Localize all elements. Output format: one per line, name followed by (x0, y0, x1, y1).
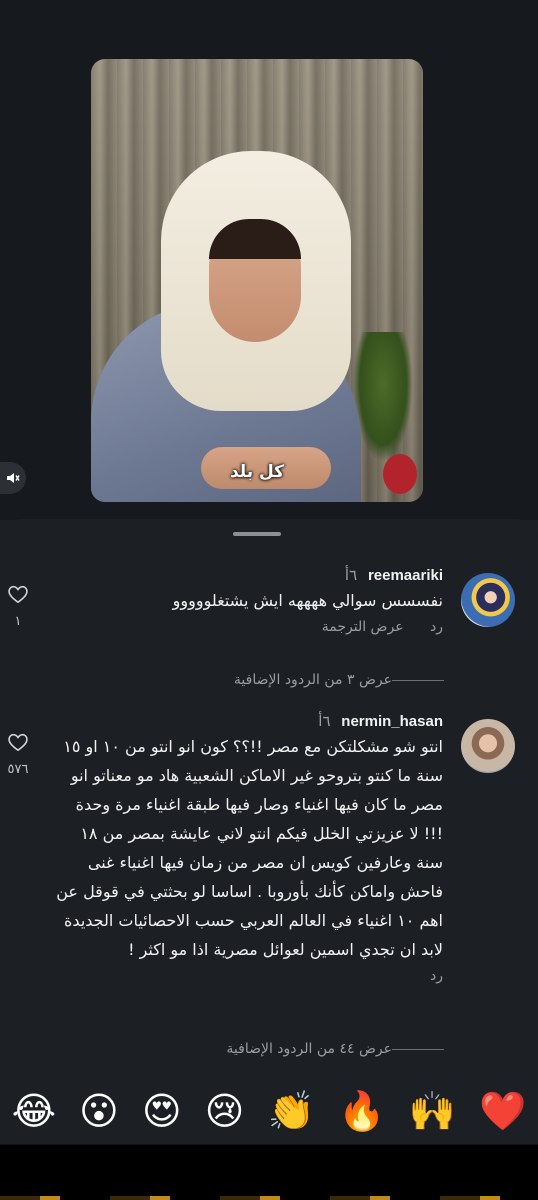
reply-button[interactable]: رد (430, 968, 443, 984)
like-button[interactable]: ١ (7, 584, 29, 629)
divider-line (392, 1048, 444, 1050)
comment-actions: رد عرض الترجمة (55, 619, 443, 635)
emoji-fire[interactable]: 🔥 (338, 1092, 385, 1130)
like-count: ١ (14, 614, 22, 629)
emoji-surprised[interactable]: 😮 (79, 1092, 119, 1130)
comment-time: ٦أ (344, 566, 358, 584)
bottom-keyboard-area (0, 1144, 538, 1200)
comment-body: nermin_hasan ٦أ انتو شو مشكلتكن مع مصر !… (55, 712, 443, 984)
avatar[interactable] (461, 719, 515, 773)
emoji-crying[interactable]: 😢 (205, 1092, 245, 1130)
view-more-replies-label: عرض ٤٤ من الردود الإضافية (226, 1041, 392, 1057)
view-more-replies-button[interactable]: عرض ٤٤ من الردود الإضافية (226, 1041, 458, 1057)
comment-time: ٦أ (318, 712, 331, 730)
comment-meta: nermin_hasan ٦أ (55, 712, 443, 730)
divider-line (392, 679, 444, 681)
see-translation-button[interactable]: عرض الترجمة (322, 619, 404, 635)
comment-body: reemaariki ٦أ نفسسس سوالي ههههه ايش يشتغ… (55, 566, 443, 635)
video-area: كل بلد (0, 0, 538, 520)
comment-username[interactable]: reemaariki (368, 567, 443, 584)
emoji-clapping[interactable]: 👏 (268, 1092, 315, 1130)
view-more-replies-label: عرض ٣ من الردود الإضافية (233, 672, 392, 688)
video-player[interactable]: كل بلد (91, 59, 423, 502)
view-more-replies-button[interactable]: عرض ٣ من الردود الإضافية (234, 672, 458, 688)
emoji-laughing[interactable]: 😂 (12, 1092, 56, 1130)
sheet-drag-handle[interactable] (233, 532, 281, 536)
comment-username[interactable]: nermin_hasan (341, 713, 443, 730)
heart-outline-icon (8, 733, 28, 752)
speaker-muted-icon (7, 473, 20, 483)
avatar[interactable] (461, 573, 515, 627)
emoji-heart[interactable]: ❤️ (479, 1092, 526, 1130)
video-caption: كل بلد (229, 462, 285, 482)
emoji-reaction-bar: 😂 😮 😍 😢 👏 🔥 🙌 ❤️ (0, 1078, 538, 1144)
comment-actions: رد (55, 968, 443, 984)
heart-outline-icon (8, 585, 28, 604)
mute-button[interactable] (0, 462, 26, 494)
keyboard-strip (0, 1196, 538, 1200)
reply-button[interactable]: رد (430, 619, 443, 635)
like-count: ٥٧٦ (7, 762, 29, 777)
comment-meta: reemaariki ٦أ (55, 566, 443, 584)
comment-text: نفسسس سوالي ههههه ايش يشتغلووووو (172, 591, 443, 610)
plant-decoration (353, 332, 413, 462)
comment-text: انتو شو مشكلتكن مع مصر !!؟؟ كون انو انتو… (56, 737, 443, 959)
emoji-raised-hands[interactable]: 🙌 (409, 1092, 456, 1130)
emoji-heart-eyes[interactable]: 😍 (142, 1092, 182, 1130)
like-button[interactable]: ٥٧٦ (7, 732, 29, 777)
